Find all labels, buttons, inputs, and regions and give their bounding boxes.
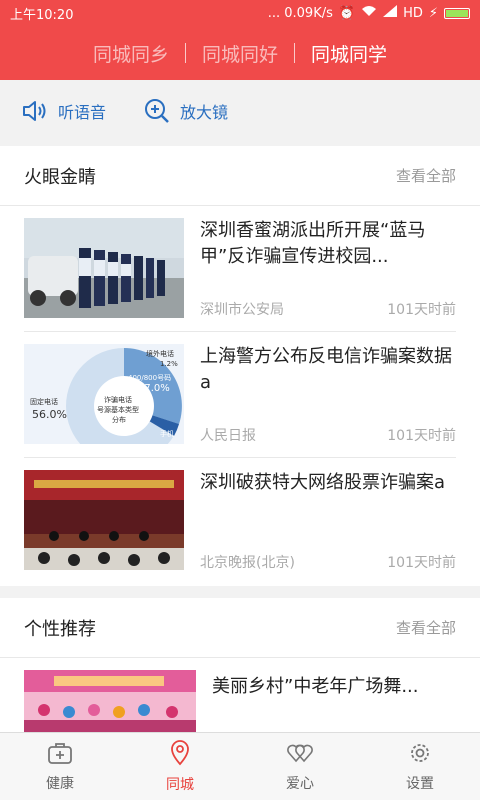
pie-pct-fixed: 56.0% (32, 408, 67, 421)
news-thumbnail-dance (24, 670, 196, 732)
news-thumbnail-conference (24, 470, 184, 570)
section-header: 火眼金睛 查看全部 (0, 146, 480, 206)
zoom-in-icon (144, 98, 170, 124)
bottom-navigation: 健康 同城 爱心 设置 (0, 732, 480, 800)
pie-label-hotline: 400/800号码 (128, 374, 171, 382)
battery-icon (444, 7, 470, 19)
location-pin-icon (168, 739, 192, 770)
status-bar: 上午10:20 ... 0.09K/s ⏰ HD ⚡ (0, 0, 480, 26)
news-item[interactable]: 美丽乡村”中老年广场舞... (0, 658, 480, 732)
news-source: 人民日报 (200, 428, 256, 444)
magnifier-button[interactable]: 放大镜 (144, 98, 228, 124)
section-fire-eyes: 火眼金睛 查看全部 深圳香蜜湖派出所开展“蓝马甲”反诈骗宣传进校园... 深圳市… (0, 146, 480, 586)
news-headline: 深圳香蜜湖派出所开展“蓝马甲”反诈骗宣传进校园... (200, 220, 426, 267)
magnifier-label: 放大镜 (180, 103, 229, 122)
pie-label-fixed: 固定电话 (30, 397, 58, 406)
accessibility-toolbar: 听语音 放大镜 (0, 80, 480, 142)
news-item[interactable]: 境外电话 1.2% 400/800号码 27.0% 固定电话 56.0% 诈骗电… (0, 332, 480, 458)
app-header: 上午10:20 ... 0.09K/s ⏰ HD ⚡ 同城同乡 同城同好 同城同… (0, 0, 480, 80)
nav-label: 设置 (406, 775, 434, 792)
pie-label-mobile: 手机 (160, 429, 174, 438)
news-headline: 美丽乡村”中老年广场舞... (212, 676, 419, 697)
nav-label: 健康 (46, 775, 74, 792)
alarm-icon: ⏰ (338, 5, 356, 21)
news-time: 101天时前 (387, 302, 456, 318)
news-time: 101天时前 (387, 555, 456, 571)
section-title: 火眼金睛 (24, 166, 96, 188)
pie-pct-hotline: 27.0% (138, 383, 170, 394)
charging-icon: ⚡ (428, 5, 438, 21)
hearts-icon (286, 741, 314, 769)
top-tabs: 同城同乡 同城同好 同城同学 (0, 26, 480, 80)
health-kit-icon (47, 741, 73, 769)
news-source: 北京晚报(北京) (200, 555, 295, 571)
listen-voice-label: 听语音 (58, 103, 107, 122)
pie-label-outside: 境外电话 (146, 349, 174, 358)
news-thumbnail-police (24, 218, 184, 318)
status-time: 上午10:20 (10, 7, 74, 23)
listen-voice-button[interactable]: 听语音 (22, 99, 106, 123)
nav-label: 爱心 (286, 775, 314, 792)
network-speed: ... 0.09K/s (267, 5, 333, 21)
news-source: 深圳市公安局 (200, 302, 284, 318)
network-type: HD (403, 5, 423, 21)
tab-hobby[interactable]: 同城同好 (186, 40, 294, 67)
news-headline: 上海警方公布反电信诈骗案数据a (200, 346, 452, 393)
tab-classmates[interactable]: 同城同学 (295, 40, 403, 67)
pie-pct-outside: 1.2% (160, 360, 178, 368)
speaker-icon (22, 99, 48, 123)
news-headline: 深圳破获特大网络股票诈骗案a (200, 472, 446, 493)
section-recommend: 个性推荐 查看全部 美丽乡村”中老年广场舞... (0, 598, 480, 732)
pie-center-line3: 分布 (112, 415, 126, 424)
nav-settings[interactable]: 设置 (360, 733, 480, 800)
view-all-link[interactable]: 查看全部 (396, 617, 456, 638)
section-title: 个性推荐 (24, 618, 96, 640)
news-thumbnail-pie-chart: 境外电话 1.2% 400/800号码 27.0% 固定电话 56.0% 诈骗电… (24, 344, 184, 444)
nav-city[interactable]: 同城 (120, 733, 240, 800)
nav-health[interactable]: 健康 (0, 733, 120, 800)
news-item[interactable]: 深圳破获特大网络股票诈骗案a 北京晚报(北京) 101天时前 (0, 458, 480, 584)
signal-icon (383, 5, 398, 21)
nav-label: 同城 (166, 776, 194, 793)
section-header: 个性推荐 查看全部 (0, 598, 480, 658)
nav-love[interactable]: 爱心 (240, 733, 360, 800)
tab-hometown[interactable]: 同城同乡 (77, 40, 185, 67)
pie-center-line2: 号源基本类型 (97, 405, 139, 414)
pie-center-line1: 诈骗电话 (104, 395, 132, 404)
news-time: 101天时前 (387, 428, 456, 444)
view-all-link[interactable]: 查看全部 (396, 165, 456, 186)
wifi-icon (361, 5, 377, 21)
news-item[interactable]: 深圳香蜜湖派出所开展“蓝马甲”反诈骗宣传进校园... 深圳市公安局 101天时前 (0, 206, 480, 332)
gear-icon (408, 741, 432, 769)
